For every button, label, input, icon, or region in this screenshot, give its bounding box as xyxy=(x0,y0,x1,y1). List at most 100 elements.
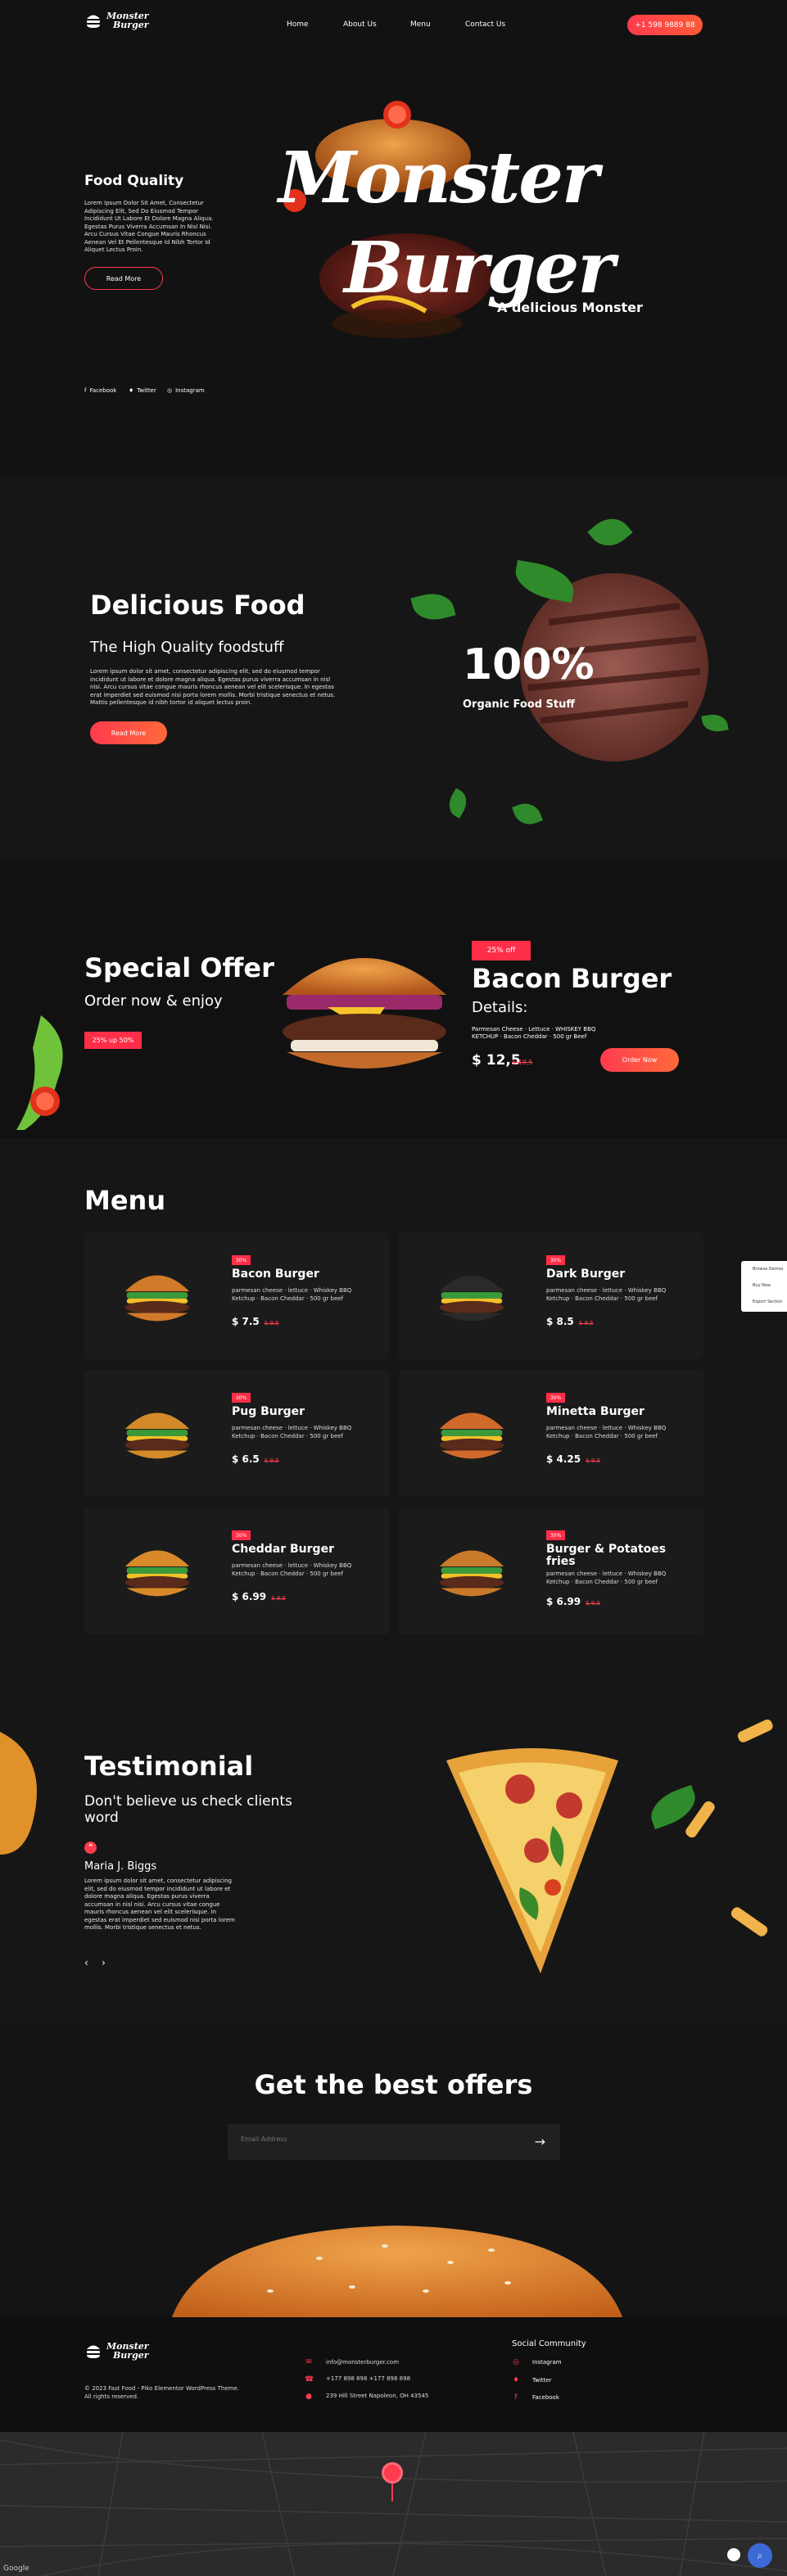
burger-logo-icon xyxy=(87,15,100,28)
offers-title: Get the best offers xyxy=(254,2069,533,2100)
footer-address: 239 Hill Street Napoleon, OH 43545 xyxy=(326,2393,429,2399)
footer xyxy=(0,2317,787,2432)
special-product-name: Bacon Burger xyxy=(472,963,672,994)
menu-item-price: $ 7.5 $ 9.5 xyxy=(232,1316,279,1327)
social-instagram-link[interactable]: ◎ Instagram xyxy=(167,387,205,394)
footer-logo-line2: Burger xyxy=(113,2350,149,2361)
page: { "brand":{"logo_line1":"Monster","logo_… xyxy=(0,0,787,2576)
special-details-label: Details: xyxy=(472,999,528,1016)
discount-badge: 30% xyxy=(232,1530,251,1540)
side-panel: Browse Demos Buy Now Export Section xyxy=(741,1261,787,1312)
menu-card[interactable]: 30% Burger & Potatoes fries parmesan chees… xyxy=(399,1507,703,1634)
instagram-icon: ◎ xyxy=(513,2358,519,2366)
quote-icon: ❝ xyxy=(84,1842,97,1854)
nav-about[interactable]: About Us xyxy=(343,20,377,29)
logo[interactable]: Monster Burger xyxy=(84,11,149,29)
order-now-button[interactable]: Order Now xyxy=(600,1048,679,1072)
map-pin-stem xyxy=(391,2483,393,2501)
social-facebook-label: Facebook xyxy=(89,387,117,394)
location-icon: ● xyxy=(305,2393,312,2401)
menu-item-old-price: $ 9.5 xyxy=(264,1320,279,1326)
pizza-slice-image xyxy=(446,1748,618,1973)
map-control-button[interactable] xyxy=(727,2548,740,2561)
email-form: → xyxy=(228,2124,560,2160)
menu-item-name: Burger & Potatoes fries xyxy=(546,1543,667,1568)
menu-item-price-value: $ 6.99 xyxy=(232,1591,267,1602)
menu-item-name: Pug Burger xyxy=(232,1405,305,1418)
map[interactable]: Google ⌕ xyxy=(0,2432,787,2576)
email-input[interactable] xyxy=(241,2135,486,2143)
social-twitter-link[interactable]: ♦ Twitter xyxy=(129,387,156,394)
footer-logo[interactable]: Monster Burger xyxy=(84,2342,149,2360)
hero-text: Lorem Ipsum Dolor Sit Amet, Consectetur … xyxy=(84,200,214,253)
menu-item-desc: parmesan cheese · lettuce · Whiskey BBQ … xyxy=(232,1562,352,1577)
menu-item-image xyxy=(124,1412,190,1459)
special-subtitle: Order now & enjoy xyxy=(84,992,223,1010)
nav-home[interactable]: Home xyxy=(287,20,309,29)
hero-eyebrow: Food Quality xyxy=(84,173,184,189)
social-community-title: Social Community xyxy=(512,2339,586,2348)
menu-card[interactable]: 30% Minetta Burger parmesan cheese · lettu… xyxy=(399,1370,703,1497)
search-icon[interactable]: ⌕ xyxy=(748,2543,772,2568)
off-badge: 25% off xyxy=(472,941,531,960)
menu-item-price: $ 4.25 $ 9.5 xyxy=(546,1453,600,1465)
footer-facebook-link[interactable]: Facebook xyxy=(532,2394,559,2401)
footer-email[interactable]: info@monsterburger.com xyxy=(326,2359,399,2366)
menu-item-price-value: $ 8.5 xyxy=(546,1316,574,1327)
menu-card[interactable]: 30% Pug Burger parmesan cheese · lettuce ·… xyxy=(84,1370,389,1497)
menu-item-name: Cheddar Burger xyxy=(232,1543,334,1556)
copyright: © 2023 Fast Food - Piko Elementor WordPr… xyxy=(84,2385,240,2400)
hero-title-line1: Monster xyxy=(278,137,599,219)
special-title: Special Offer xyxy=(84,952,274,983)
special-old-price: $ 18,5 xyxy=(512,1059,533,1066)
delicious-read-more-button[interactable]: Read More xyxy=(90,721,167,744)
twitter-icon: ♦ xyxy=(512,2376,520,2384)
bacon-burger-image xyxy=(283,958,446,1069)
fries-image xyxy=(685,1720,773,1937)
google-logo: Google xyxy=(3,2565,29,2573)
twitter-icon: ♦ xyxy=(129,387,134,394)
browse-demos-button[interactable]: Browse Demos xyxy=(741,1261,787,1277)
menu-item-desc: parmesan cheese · lettuce · Whiskey BBQ … xyxy=(232,1425,352,1439)
organic-percent: 100% xyxy=(463,640,595,689)
footer-twitter-link[interactable]: Twitter xyxy=(532,2377,551,2384)
menu-card[interactable]: 30% Cheddar Burger parmesan cheese · lettu… xyxy=(84,1507,389,1634)
menu-item-price: $ 8.5 $ 9.5 xyxy=(546,1316,594,1327)
menu-card[interactable]: 30% Dark Burger parmesan cheese · lettuce … xyxy=(399,1232,703,1359)
menu-item-price: $ 6.99 $ 9.5 xyxy=(232,1591,286,1602)
bun-image xyxy=(172,2226,622,2317)
nav-menu[interactable]: Menu xyxy=(410,20,431,29)
facebook-icon: f xyxy=(84,387,87,394)
menu-card[interactable]: 30% Bacon Burger parmesan cheese · lettuce… xyxy=(84,1232,389,1359)
social-facebook-link[interactable]: f Facebook xyxy=(84,387,116,394)
menu-item-name: Bacon Burger xyxy=(232,1268,319,1281)
footer-instagram-link[interactable]: Instagram xyxy=(532,2359,562,2366)
menu-item-price: $ 6.5 $ 9.5 xyxy=(232,1453,279,1465)
footer-phone[interactable]: +177 898 898 +177 898 898 xyxy=(326,2375,410,2382)
social-twitter-label: Twitter xyxy=(137,387,156,394)
hero-title-line2: Burger xyxy=(344,227,615,310)
prev-arrow-icon[interactable]: ‹ xyxy=(84,1957,88,1968)
menu-item-image xyxy=(439,1550,504,1597)
next-arrow-icon[interactable]: › xyxy=(102,1957,106,1968)
menu-item-old-price: $ 9.5 xyxy=(586,1457,600,1464)
hero-read-more-button[interactable]: Read More xyxy=(84,267,163,290)
special-discount-badge: 25% up 50% xyxy=(84,1032,142,1049)
testimonial-subtitle: Don't believe us check clients word xyxy=(84,1793,292,1826)
facebook-icon: f xyxy=(514,2393,518,2402)
testimonial-text: Lorem ipsum dolor sit amet, consectetur … xyxy=(84,1878,235,1931)
mail-icon: ✉ xyxy=(305,2358,312,2366)
buy-now-button[interactable]: Buy Now xyxy=(741,1277,787,1294)
organic-label: Organic Food Stuff xyxy=(463,698,575,711)
discount-badge: 30% xyxy=(546,1530,565,1540)
nav-contact[interactable]: Contact Us xyxy=(465,20,505,29)
menu-item-price-value: $ 7.5 xyxy=(232,1316,260,1327)
export-section-button[interactable]: Export Section xyxy=(741,1294,787,1310)
phone-button[interactable]: +1 598 9889 88 xyxy=(627,15,703,35)
submit-arrow-icon[interactable]: → xyxy=(535,2134,545,2149)
menu-item-price: $ 6.99 $ 9.5 xyxy=(546,1596,600,1607)
menu-item-desc: parmesan cheese · lettuce · Whiskey BBQ … xyxy=(546,1425,667,1439)
map-pin-icon[interactable] xyxy=(382,2462,403,2483)
menu-item-image xyxy=(124,1275,190,1322)
special-details: Parmesan Cheese · Lettuce · WHISKEY BBQ … xyxy=(472,1026,596,1040)
